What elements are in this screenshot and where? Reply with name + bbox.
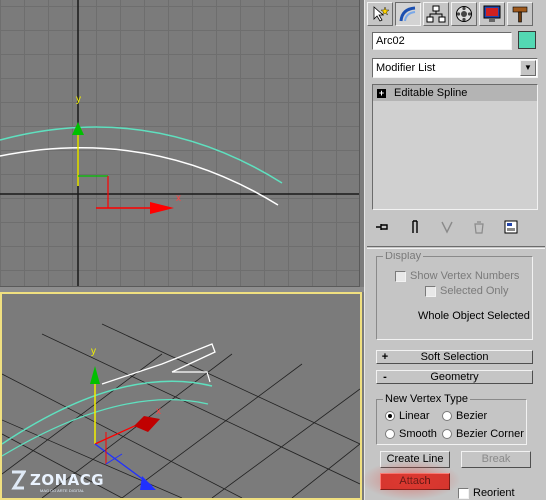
expand-plus-icon[interactable]: +: [377, 88, 386, 98]
new-vertex-type-title: New Vertex Type: [383, 393, 470, 405]
create-tab[interactable]: [367, 2, 393, 26]
create-line-button[interactable]: Create Line: [380, 451, 450, 468]
linear-radio[interactable]: [385, 411, 395, 422]
pointer-star-icon: [373, 6, 390, 22]
bezier-label: Bezier: [456, 410, 488, 422]
soft-selection-rollout[interactable]: + Soft Selection: [376, 350, 533, 364]
modifier-stack[interactable]: + Editable Spline: [372, 84, 538, 210]
bezier-radio[interactable]: [442, 411, 452, 422]
bezier-corner-radio[interactable]: [442, 429, 452, 440]
pin-icon: [376, 224, 388, 230]
trash-icon: [474, 221, 484, 234]
motion-tab[interactable]: [451, 2, 477, 26]
vertex-type-bezier[interactable]: Bezier: [442, 410, 487, 422]
modifier-list-label: Modifier List: [376, 62, 436, 74]
smooth-radio[interactable]: [385, 429, 395, 440]
remove-modifier-button[interactable]: [468, 217, 490, 237]
command-panel-tabs: [367, 2, 533, 26]
show-end-result-button[interactable]: [404, 217, 426, 237]
display-tab[interactable]: [479, 2, 505, 26]
modify-arc-icon: [399, 6, 416, 22]
utilities-tab[interactable]: [507, 2, 533, 26]
top-axis-x-label: x: [176, 193, 181, 204]
soft-selection-title: Soft Selection: [420, 351, 489, 363]
perspective-viewport[interactable]: y x: [0, 292, 362, 500]
rollout-expand-sign: +: [381, 351, 389, 363]
vertex-type-bezier-corner[interactable]: Bezier Corner: [442, 428, 524, 440]
geometry-title: Geometry: [430, 371, 479, 383]
object-name-field[interactable]: Arc02: [372, 32, 512, 50]
vertex-type-linear[interactable]: Linear: [385, 410, 430, 422]
perspective-viewport-scene: [2, 323, 360, 498]
hierarchy-icon: [426, 5, 446, 23]
hierarchy-tab[interactable]: [423, 2, 449, 26]
stack-toolbar: [372, 216, 538, 238]
configure-modifier-sets-button[interactable]: [500, 217, 522, 237]
reorient-checkbox[interactable]: [458, 487, 469, 499]
selected-only-option[interactable]: Selected Only: [425, 285, 508, 297]
make-unique-icon: [441, 221, 453, 234]
linear-label: Linear: [399, 410, 430, 422]
watermark-tagline: MAG DO ARTE DIGITAL: [40, 488, 85, 493]
command-panel: Arc02 Modifier List ▼ + Editable Spline: [364, 0, 546, 500]
geometry-rollout[interactable]: - Geometry: [376, 370, 533, 384]
zonacg-logo-icon: [11, 470, 26, 490]
persp-axis-x-label: x: [156, 406, 161, 417]
selected-only-checkbox[interactable]: [425, 285, 436, 297]
display-monitor-icon: [483, 5, 501, 22]
modify-tab[interactable]: [395, 2, 421, 26]
make-unique-button[interactable]: [436, 217, 458, 237]
top-axis-y-label: y: [76, 94, 81, 105]
show-vertex-numbers-checkbox[interactable]: [395, 270, 406, 282]
modifier-list-dropdown[interactable]: Modifier List ▼: [372, 58, 538, 78]
reorient-option[interactable]: Reorient: [458, 487, 515, 499]
show-vertex-numbers-label: Show Vertex Numbers: [410, 270, 520, 282]
chevron-down-icon[interactable]: ▼: [520, 60, 536, 76]
pin-stack-button[interactable]: [372, 217, 394, 237]
vertex-type-smooth[interactable]: Smooth: [385, 428, 437, 440]
selected-only-label: Selected Only: [440, 285, 509, 297]
attach-button[interactable]: Attach: [380, 473, 450, 490]
zonacg-watermark: ZONACG MAG DO ARTE DIGITAL: [10, 470, 105, 493]
display-group-title: Display: [383, 252, 424, 262]
arc-selected: [0, 126, 283, 184]
display-group: Display Show Vertex Numbers Selected Onl…: [376, 252, 533, 340]
break-button[interactable]: Break: [461, 451, 531, 468]
configure-sets-icon: [504, 220, 518, 234]
object-color-swatch[interactable]: [518, 31, 536, 49]
reorient-label: Reorient: [473, 487, 515, 499]
selection-status: Whole Object Selected: [418, 310, 530, 322]
motion-icon: [456, 6, 472, 22]
top-viewport-scene: [0, 0, 359, 286]
smooth-label: Smooth: [399, 428, 437, 440]
stack-item-label: Editable Spline: [394, 87, 468, 99]
show-vertex-numbers-option[interactable]: Show Vertex Numbers: [395, 270, 519, 282]
stack-item-editable-spline[interactable]: + Editable Spline: [373, 85, 537, 101]
new-vertex-type-group: New Vertex Type Linear Bezier Smooth Bez…: [376, 393, 527, 445]
panel-divider: [367, 246, 545, 249]
persp-axis-y-label: y: [91, 346, 96, 357]
rollout-collapse-sign: -: [383, 371, 387, 383]
watermark-brand: ZONACG: [30, 471, 105, 489]
end-result-icon: [412, 220, 418, 233]
rollout-scroll-area[interactable]: Display Show Vertex Numbers Selected Onl…: [370, 252, 542, 500]
arc-original: [0, 146, 279, 206]
hammer-icon: [512, 6, 528, 23]
top-viewport[interactable]: y x: [0, 0, 360, 287]
bezier-corner-label: Bezier Corner: [456, 428, 524, 440]
